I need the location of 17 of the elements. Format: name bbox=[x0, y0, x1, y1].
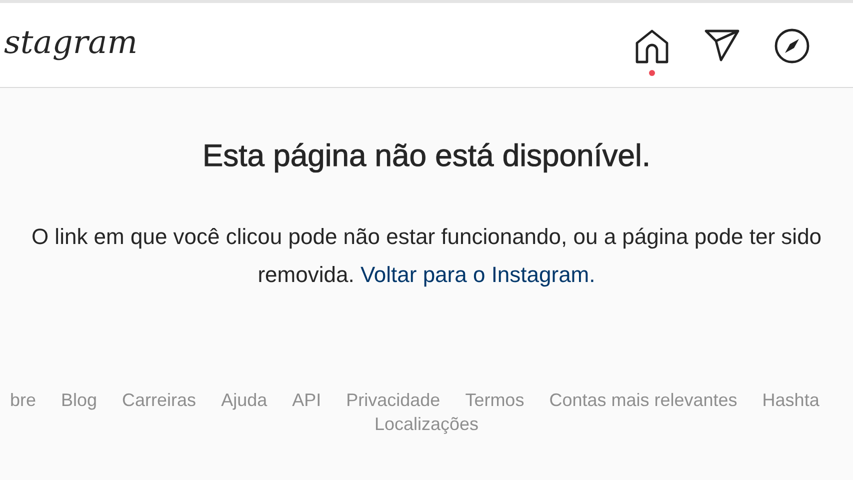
footer-link[interactable]: Carreiras bbox=[122, 389, 196, 411]
footer-link[interactable]: Hashta bbox=[762, 389, 820, 411]
footer-link[interactable]: Privacidade bbox=[346, 389, 440, 411]
back-link[interactable]: Voltar para o Instagram. bbox=[360, 262, 596, 287]
error-message: O link em que você clicou pode não estar funcionando, ou a página pode ter sido removida. Voltar para o Instagram. bbox=[30, 223, 823, 289]
paper-plane-icon[interactable] bbox=[704, 28, 740, 62]
footer-link[interactable]: Termos bbox=[465, 389, 524, 411]
error-title: Esta página não está disponível. bbox=[201, 138, 652, 174]
footer-link[interactable]: API bbox=[292, 389, 322, 411]
instagram-logo[interactable]: stagram bbox=[4, 23, 138, 61]
footer-link[interactable]: bre bbox=[10, 389, 36, 411]
home-icon[interactable] bbox=[634, 28, 670, 64]
compass-icon[interactable] bbox=[774, 28, 810, 64]
footer-link[interactable]: Blog bbox=[61, 389, 98, 411]
footer-link[interactable]: Ajuda bbox=[221, 389, 268, 411]
footer-link[interactable]: Localizações bbox=[374, 413, 479, 435]
footer-link[interactable]: Contas mais relevantes bbox=[549, 389, 738, 411]
